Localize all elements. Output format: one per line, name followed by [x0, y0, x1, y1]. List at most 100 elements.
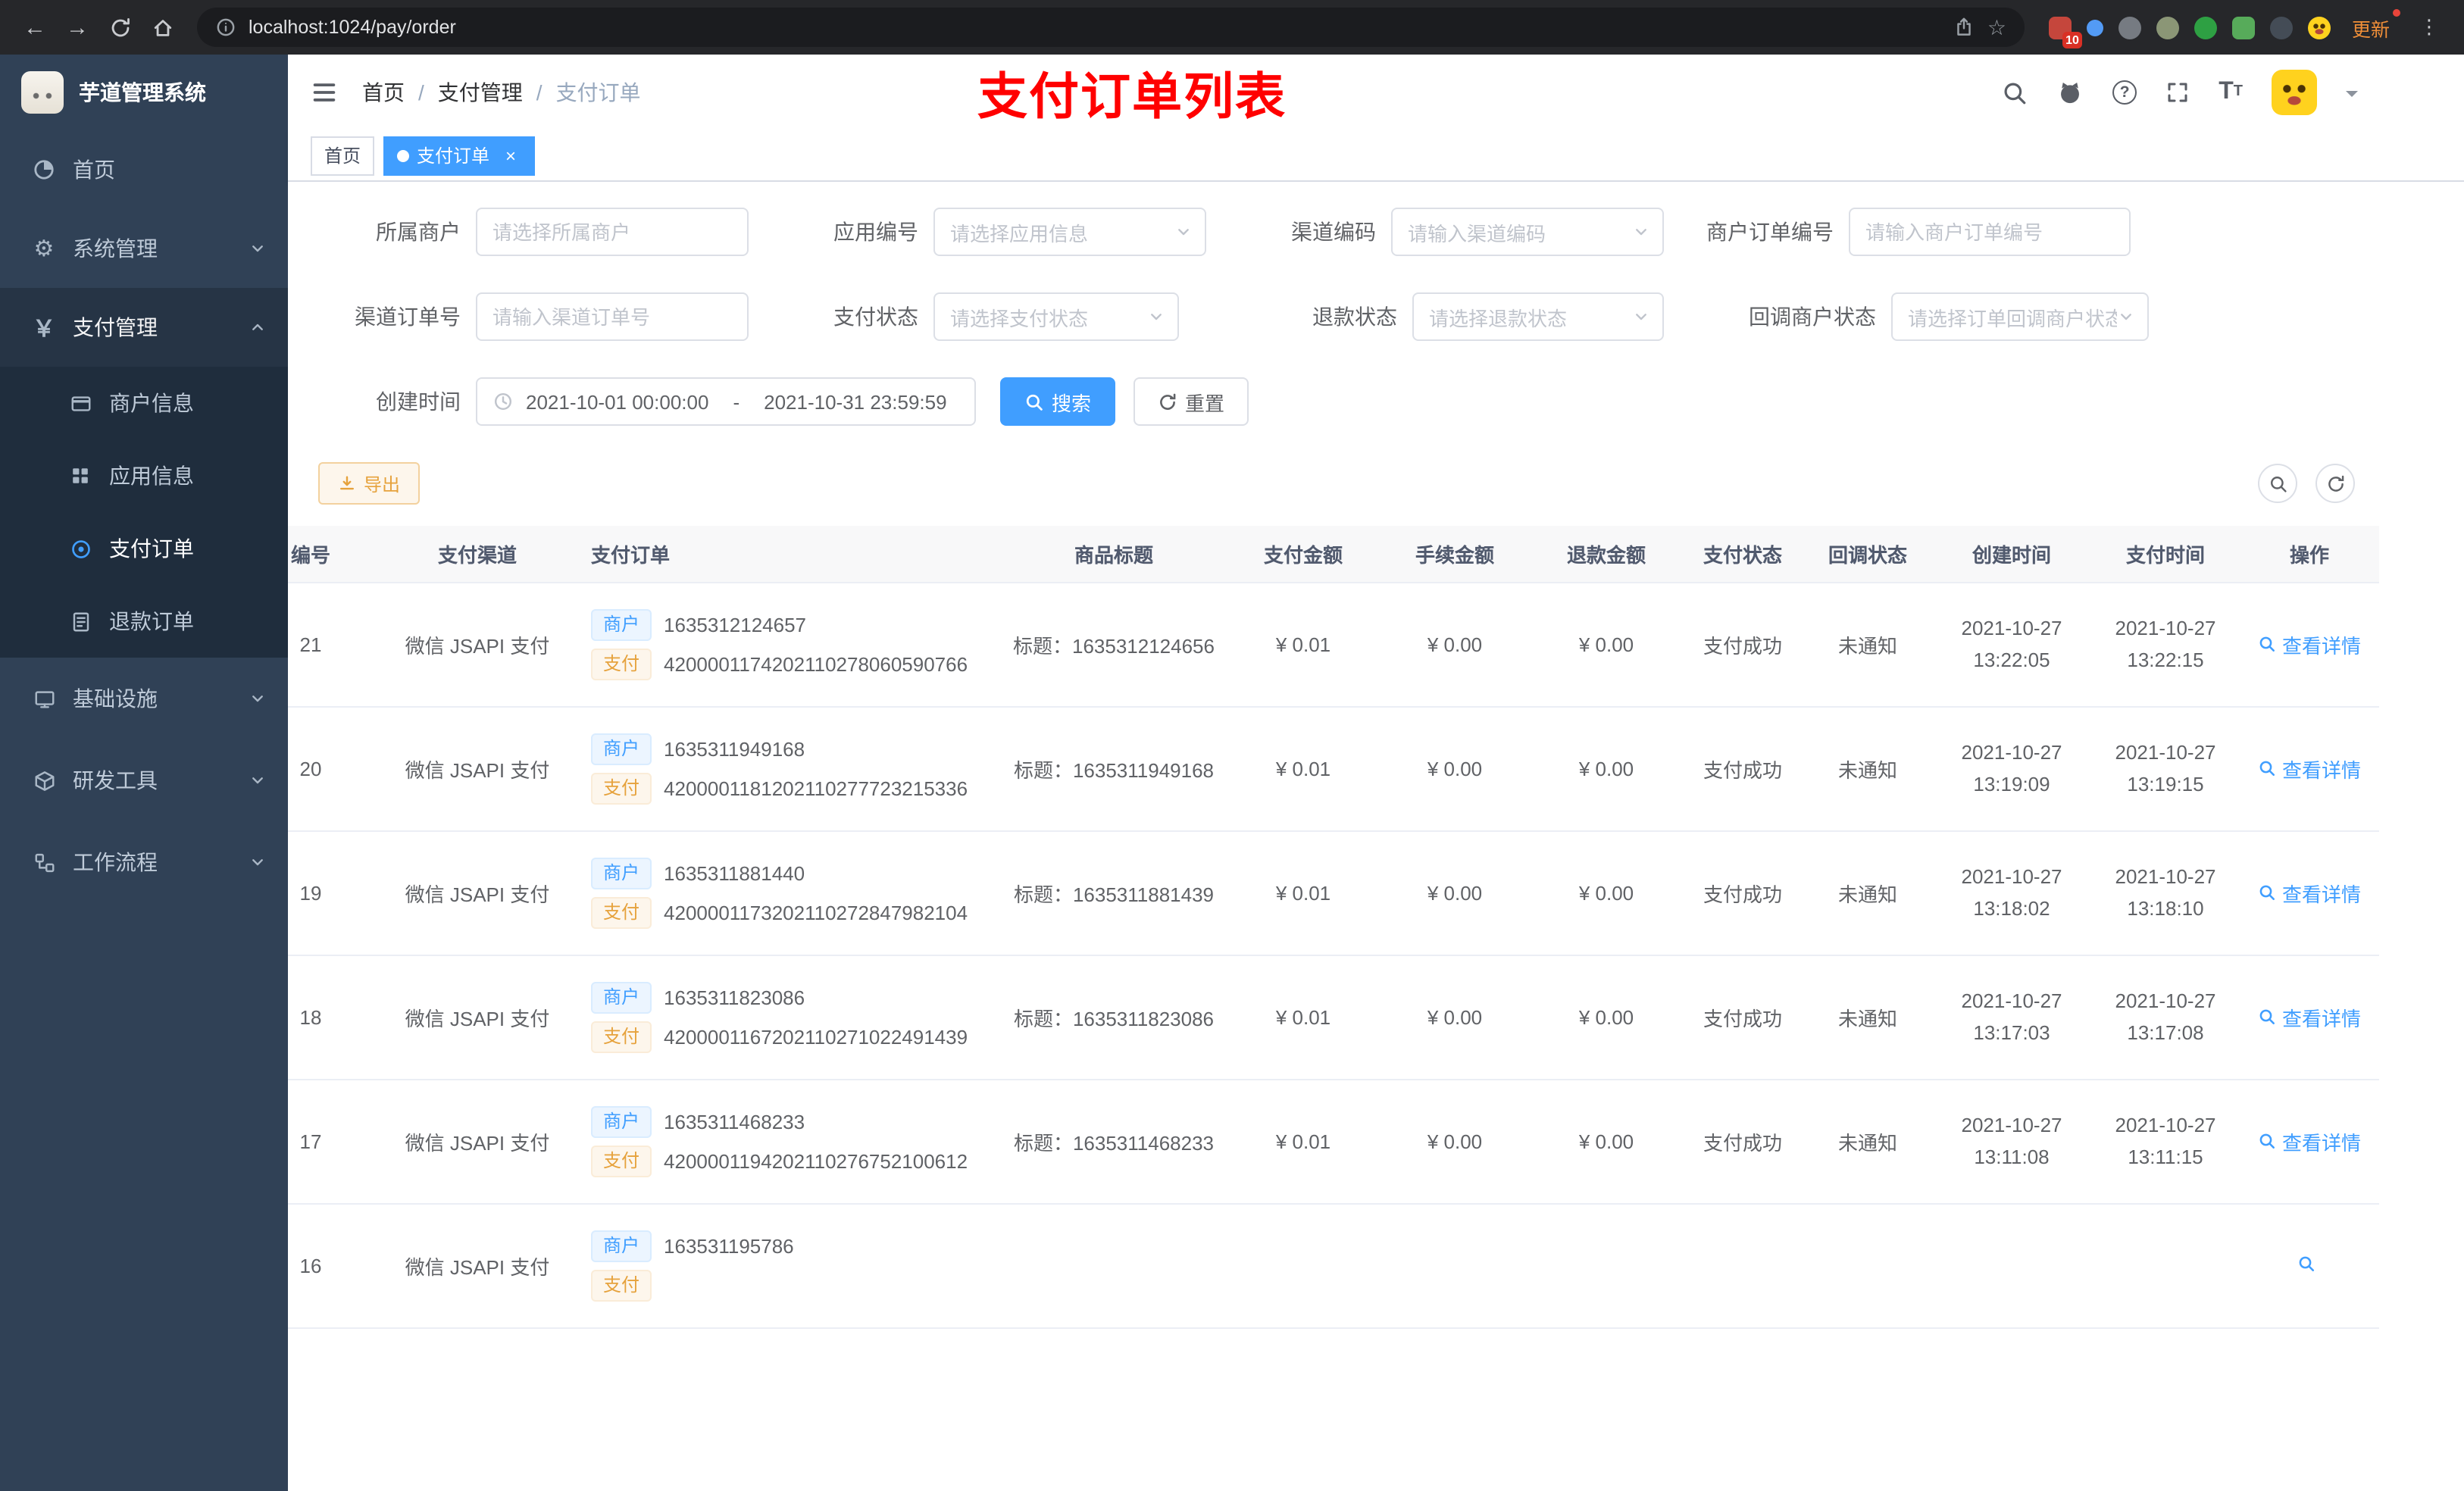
- sidebar-item-merchant-info[interactable]: 商户信息: [0, 367, 288, 439]
- view-detail-link[interactable]: [2297, 1254, 2322, 1272]
- breadcrumb-home[interactable]: 首页: [362, 77, 405, 108]
- table-row: 18 微信 JSAPI 支付 商户 1635311823086 支付 42000…: [288, 955, 2379, 1080]
- sidebar-item-refund-order[interactable]: 退款订单: [0, 585, 288, 658]
- grid-icon: [67, 465, 94, 486]
- extension-icon[interactable]: [2118, 16, 2141, 39]
- extension-icon[interactable]: [2156, 16, 2179, 39]
- date-end[interactable]: 2021-10-31 23:59:59: [764, 390, 946, 413]
- tab-home[interactable]: 首页: [311, 136, 375, 175]
- extension-icon[interactable]: 10: [2048, 16, 2082, 48]
- channel-order-no-input[interactable]: [476, 292, 749, 341]
- breadcrumb-pay-manage[interactable]: 支付管理: [438, 77, 523, 108]
- pay-tag: 支付: [591, 1021, 652, 1052]
- view-detail-link[interactable]: 查看详情: [2258, 1002, 2361, 1031]
- address-bar[interactable]: localhost:1024/pay/order ☆: [197, 8, 2025, 47]
- cell-pay-time: 2021-10-27 13:19:15: [2091, 706, 2240, 831]
- browser-update-button[interactable]: 更新: [2352, 8, 2401, 42]
- page-content: 所属商户 应用编号 请选择应用信息 渠道编码 请输入渠道编码: [288, 182, 2464, 1491]
- chevron-down-icon: [1632, 308, 1650, 326]
- share-icon[interactable]: [1954, 17, 1975, 38]
- cell-amount: ¥ 0.01: [1227, 955, 1379, 1080]
- extension-icon[interactable]: [2086, 19, 2103, 36]
- browser-forward-icon[interactable]: →: [58, 8, 97, 47]
- sidebar-toggle-icon[interactable]: [311, 79, 338, 106]
- sidebar-item-devtools[interactable]: 研发工具: [0, 739, 288, 821]
- cell-notify: 未通知: [1803, 830, 1932, 955]
- close-icon[interactable]: ×: [500, 145, 521, 166]
- chevron-up-icon: [249, 318, 267, 336]
- app-id-select[interactable]: 请选择应用信息: [933, 208, 1206, 256]
- create-time-range-input[interactable]: 2021-10-01 00:00:00 - 2021-10-31 23:59:5…: [476, 377, 976, 426]
- search-icon[interactable]: [2002, 80, 2028, 105]
- field-label: 商户订单编号: [1706, 220, 1834, 244]
- merchant-order-no: 163531195786: [664, 1234, 794, 1257]
- extensions-tray: 10: [2048, 16, 2331, 48]
- pay-tag: 支付: [591, 1145, 652, 1177]
- tab-pay-order[interactable]: 支付订单 ×: [383, 136, 536, 175]
- date-start[interactable]: 2021-10-01 00:00:00: [526, 390, 708, 413]
- view-detail-link[interactable]: 查看详情: [2258, 754, 2361, 783]
- fullscreen-icon[interactable]: [2165, 80, 2190, 105]
- field-label: 支付状态: [833, 305, 918, 329]
- merchant-order-no-input[interactable]: [1849, 208, 2131, 256]
- sidebar-item-system[interactable]: ⚙ 系统管理: [0, 209, 288, 288]
- view-detail-link[interactable]: 查看详情: [2258, 1127, 2361, 1155]
- cell-channel: 微信 JSAPI 支付: [379, 1203, 576, 1328]
- cell-actions: 查看详情: [2240, 830, 2379, 955]
- toggle-search-button[interactable]: [2258, 464, 2297, 503]
- reset-button[interactable]: 重置: [1134, 377, 1249, 426]
- bookmark-star-icon[interactable]: ☆: [1987, 14, 2006, 40]
- notify-status-select[interactable]: 请选择订单回调商户状态: [1891, 292, 2149, 341]
- sidebar-item-app-info[interactable]: 应用信息: [0, 439, 288, 512]
- app-logo[interactable]: 芋道管理系统: [0, 55, 288, 130]
- sidebar-item-home[interactable]: 首页: [0, 130, 288, 209]
- url-text[interactable]: localhost:1024/pay/order: [249, 17, 456, 38]
- extension-icon[interactable]: [2194, 16, 2217, 39]
- cell-id: 16: [288, 1203, 379, 1328]
- cell-fee: ¥ 0.00: [1379, 1079, 1531, 1204]
- caret-down-icon[interactable]: [2346, 90, 2358, 102]
- date-separator: -: [733, 390, 740, 413]
- extension-icon[interactable]: [2269, 16, 2293, 39]
- sidebar-item-payment[interactable]: ￥ 支付管理: [0, 288, 288, 367]
- pay-tag: 支付: [591, 896, 652, 928]
- user-avatar[interactable]: [2272, 70, 2317, 115]
- field-label: 所属商户: [376, 220, 461, 244]
- github-icon[interactable]: [2056, 79, 2084, 106]
- search-button[interactable]: 搜索: [1000, 377, 1116, 426]
- font-size-icon[interactable]: TT: [2219, 80, 2243, 105]
- channel-code-select[interactable]: 请输入渠道编码: [1391, 208, 1664, 256]
- cell-order: 商户 1635311881440 支付 42000011732021102728…: [576, 830, 1000, 955]
- browser-reload-icon[interactable]: [100, 8, 139, 47]
- browser-menu-icon[interactable]: ⋮: [2409, 8, 2449, 47]
- cell-refund: [1531, 1203, 1682, 1328]
- export-button[interactable]: 导出: [318, 462, 421, 505]
- pay-status-select[interactable]: 请选择支付状态: [933, 292, 1179, 341]
- extension-icon[interactable]: [2307, 16, 2331, 39]
- merchant-tag: 商户: [591, 733, 652, 764]
- browser-back-icon[interactable]: ←: [15, 8, 55, 47]
- screen: ← → localhost:1024/pay/order ☆ 10 更新 ⋮ 芋…: [0, 0, 2464, 1491]
- site-info-icon[interactable]: [215, 17, 236, 38]
- cell-create-time: [1932, 1203, 2091, 1328]
- refund-status-select[interactable]: 请选择退款状态: [1412, 292, 1664, 341]
- app-title: 芋道管理系统: [79, 80, 206, 105]
- cell-order: 商户 163531195786 支付: [576, 1203, 1000, 1328]
- sidebar-item-pay-order[interactable]: 支付订单: [0, 512, 288, 585]
- view-detail-link[interactable]: 查看详情: [2258, 878, 2361, 907]
- chevron-down-icon: [249, 771, 267, 789]
- merchant-select-input[interactable]: [476, 208, 749, 256]
- col-header-id: 编号: [288, 526, 379, 583]
- view-detail-link[interactable]: 查看详情: [2258, 630, 2361, 658]
- cell-id: 21: [288, 582, 379, 707]
- cell-title: 标题：1635311949168: [1000, 706, 1227, 831]
- sidebar-item-infrastructure[interactable]: 基础设施: [0, 658, 288, 739]
- refresh-button[interactable]: [2315, 464, 2355, 503]
- help-icon[interactable]: ?: [2112, 80, 2137, 105]
- extension-icon[interactable]: [2231, 16, 2255, 39]
- sidebar-item-workflow[interactable]: 工作流程: [0, 821, 288, 903]
- browser-home-icon[interactable]: [142, 8, 182, 47]
- merchant-tag: 商户: [591, 1230, 652, 1261]
- cell-pay-time: 2021-10-27 13:11:15: [2091, 1079, 2240, 1204]
- cell-status: [1682, 1203, 1803, 1328]
